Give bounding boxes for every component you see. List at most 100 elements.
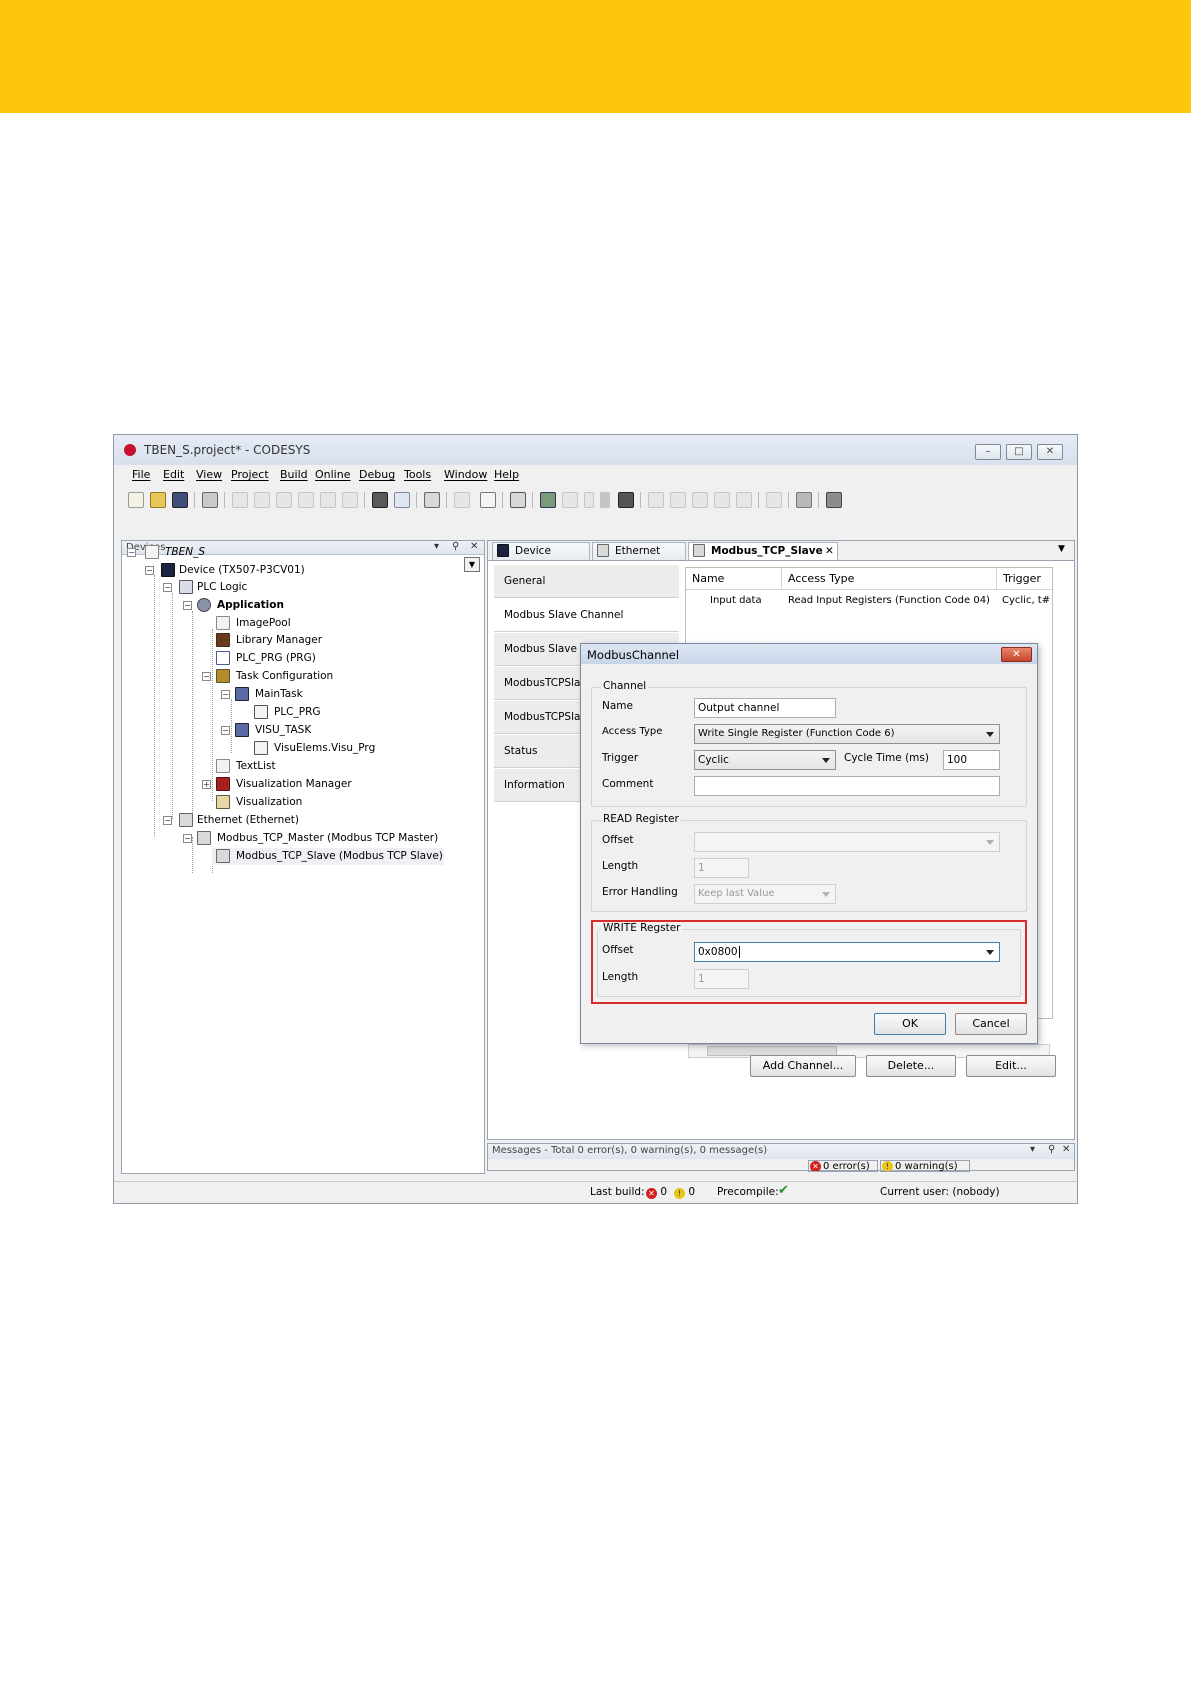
menu-view[interactable]: View xyxy=(196,468,222,481)
find-icon[interactable] xyxy=(372,492,388,508)
menu-window[interactable]: Window xyxy=(444,468,487,481)
reset-icon[interactable] xyxy=(618,492,634,508)
tree-item-project[interactable]: − TBEN_S xyxy=(127,544,447,561)
write-values-icon[interactable] xyxy=(796,492,812,508)
save-icon[interactable] xyxy=(172,492,188,508)
collapse-icon[interactable]: − xyxy=(221,690,230,699)
pane-menu-icon[interactable]: ▾ xyxy=(1030,1144,1035,1155)
menu-edit[interactable]: Edit xyxy=(163,468,184,481)
close-pane-icon[interactable]: ✕ xyxy=(470,541,478,552)
delete-icon[interactable] xyxy=(342,492,358,508)
read-length-input[interactable]: 1 xyxy=(694,858,749,878)
collapse-icon[interactable]: − xyxy=(145,566,154,575)
menu-file[interactable]: File xyxy=(132,468,150,481)
trigger-select[interactable]: Cyclic xyxy=(694,750,836,770)
cycle-time-input[interactable]: 100 xyxy=(943,750,1000,770)
window-select-icon[interactable] xyxy=(424,492,440,508)
error-filter-toggle[interactable]: ✕ 0 error(s) xyxy=(808,1160,878,1172)
tree-item-task-configuration[interactable]: − Task Configuration xyxy=(202,668,452,685)
start-icon[interactable] xyxy=(584,492,594,508)
error-handling-select[interactable]: Keep last Value xyxy=(694,884,836,904)
new-project-icon[interactable] xyxy=(128,492,144,508)
compare-icon[interactable] xyxy=(826,492,842,508)
table-row-access[interactable]: Read Input Registers (Function Code 04) xyxy=(788,591,994,610)
tree-item-maintask[interactable]: − MainTask xyxy=(221,686,451,703)
tree-item-application[interactable]: − Application xyxy=(183,597,443,614)
step-out-icon[interactable] xyxy=(692,492,708,508)
add-object-icon[interactable] xyxy=(454,492,470,508)
undo-icon[interactable] xyxy=(232,492,248,508)
menu-help[interactable]: Help xyxy=(494,468,519,481)
tab-modbus-tcp-slave[interactable]: Modbus_TCP_Slave ✕ xyxy=(688,542,838,560)
build-icon[interactable] xyxy=(510,492,526,508)
menu-build[interactable]: Build xyxy=(280,468,308,481)
show-next-statement-icon[interactable] xyxy=(766,492,782,508)
logout-icon[interactable] xyxy=(562,492,578,508)
maximize-button[interactable]: □ xyxy=(1006,444,1032,460)
table-row-name[interactable]: Input data xyxy=(694,591,784,610)
dialog-close-button[interactable]: ✕ xyxy=(1001,647,1032,662)
collapse-icon[interactable]: − xyxy=(163,583,172,592)
login-icon[interactable] xyxy=(540,492,556,508)
expand-icon[interactable]: + xyxy=(202,780,211,789)
delete-channel-button[interactable]: Delete... xyxy=(866,1055,956,1077)
tree-item-visualization-manager[interactable]: + Visualization Manager xyxy=(202,776,452,793)
pin-icon[interactable]: ⚲ xyxy=(452,541,459,552)
tree-item-modbus-master[interactable]: − Modbus_TCP_Master (Modbus TCP Master) xyxy=(183,830,463,847)
open-project-icon[interactable] xyxy=(150,492,166,508)
tab-list-dropdown-icon[interactable]: ▼ xyxy=(1058,544,1065,554)
name-input[interactable]: Output channel xyxy=(694,698,836,718)
tree-item-textlist[interactable]: TextList xyxy=(212,758,452,775)
collapse-icon[interactable]: − xyxy=(183,601,192,610)
read-offset-select[interactable] xyxy=(694,832,1000,852)
menu-tools[interactable]: Tools xyxy=(404,468,431,481)
tree-item-modbus-slave[interactable]: Modbus_TCP_Slave (Modbus TCP Slave) xyxy=(212,848,444,865)
warning-filter-toggle[interactable]: ! 0 warning(s) xyxy=(880,1160,970,1172)
collapse-icon[interactable]: − xyxy=(163,816,172,825)
step-over-icon[interactable] xyxy=(648,492,664,508)
close-pane-icon[interactable]: ✕ xyxy=(1062,1144,1070,1155)
close-window-button[interactable]: ✕ xyxy=(1037,444,1063,460)
side-tab-general[interactable]: General xyxy=(494,565,679,598)
minimize-button[interactable]: – xyxy=(975,444,1001,460)
tree-item-device[interactable]: − Device (TX507-P3CV01) xyxy=(145,562,445,579)
collapse-icon[interactable]: − xyxy=(202,672,211,681)
column-header-name[interactable]: Name xyxy=(686,568,782,590)
replace-icon[interactable] xyxy=(394,492,410,508)
column-header-trigger[interactable]: Trigger xyxy=(997,568,1052,590)
redo-icon[interactable] xyxy=(254,492,270,508)
tree-item-plc-prg-call[interactable]: PLC_PRG xyxy=(250,704,450,721)
breakpoint-icon[interactable] xyxy=(736,492,752,508)
edit-channel-button[interactable]: Edit... xyxy=(966,1055,1056,1077)
run-to-cursor-icon[interactable] xyxy=(714,492,730,508)
print-icon[interactable] xyxy=(202,492,218,508)
copy-icon[interactable] xyxy=(298,492,314,508)
comment-input[interactable] xyxy=(694,776,1000,796)
tab-device[interactable]: Device xyxy=(492,542,590,560)
tree-item-plc-prg[interactable]: PLC_PRG (PRG) xyxy=(212,650,452,667)
pin-icon[interactable]: ⚲ xyxy=(1048,1144,1055,1155)
menu-debug[interactable]: Debug xyxy=(359,468,395,481)
collapse-icon[interactable]: − xyxy=(221,726,230,735)
tree-item-library-manager[interactable]: Library Manager xyxy=(212,632,452,649)
tab-ethernet[interactable]: Ethernet xyxy=(592,542,686,560)
menu-online[interactable]: Online xyxy=(315,468,350,481)
ok-button[interactable]: OK xyxy=(874,1013,946,1035)
tree-item-ethernet[interactable]: − Ethernet (Ethernet) xyxy=(163,812,443,829)
stop-icon[interactable] xyxy=(600,492,610,508)
close-tab-icon[interactable]: ✕ xyxy=(825,543,834,559)
tree-item-imagepool[interactable]: ImagePool xyxy=(212,615,452,632)
cut-icon[interactable] xyxy=(276,492,292,508)
tree-item-plc-logic[interactable]: − PLC Logic xyxy=(163,579,443,596)
tree-item-visu-task[interactable]: − VISU_TASK xyxy=(221,722,451,739)
collapse-icon[interactable]: − xyxy=(127,548,136,557)
step-into-icon[interactable] xyxy=(670,492,686,508)
side-tab-modbus-slave-channel[interactable]: Modbus Slave Channel xyxy=(494,599,679,632)
collapse-icon[interactable]: − xyxy=(183,834,192,843)
add-channel-button[interactable]: Add Channel... xyxy=(750,1055,856,1077)
table-row-trigger[interactable]: Cyclic, t# xyxy=(1002,591,1050,610)
access-type-select[interactable]: Write Single Register (Function Code 6) xyxy=(694,724,1000,744)
tree-dropdown-button[interactable]: ▼ xyxy=(464,557,480,572)
add-folder-icon[interactable] xyxy=(480,492,496,508)
tree-item-visuelems[interactable]: VisuElems.Visu_Prg xyxy=(250,740,450,757)
